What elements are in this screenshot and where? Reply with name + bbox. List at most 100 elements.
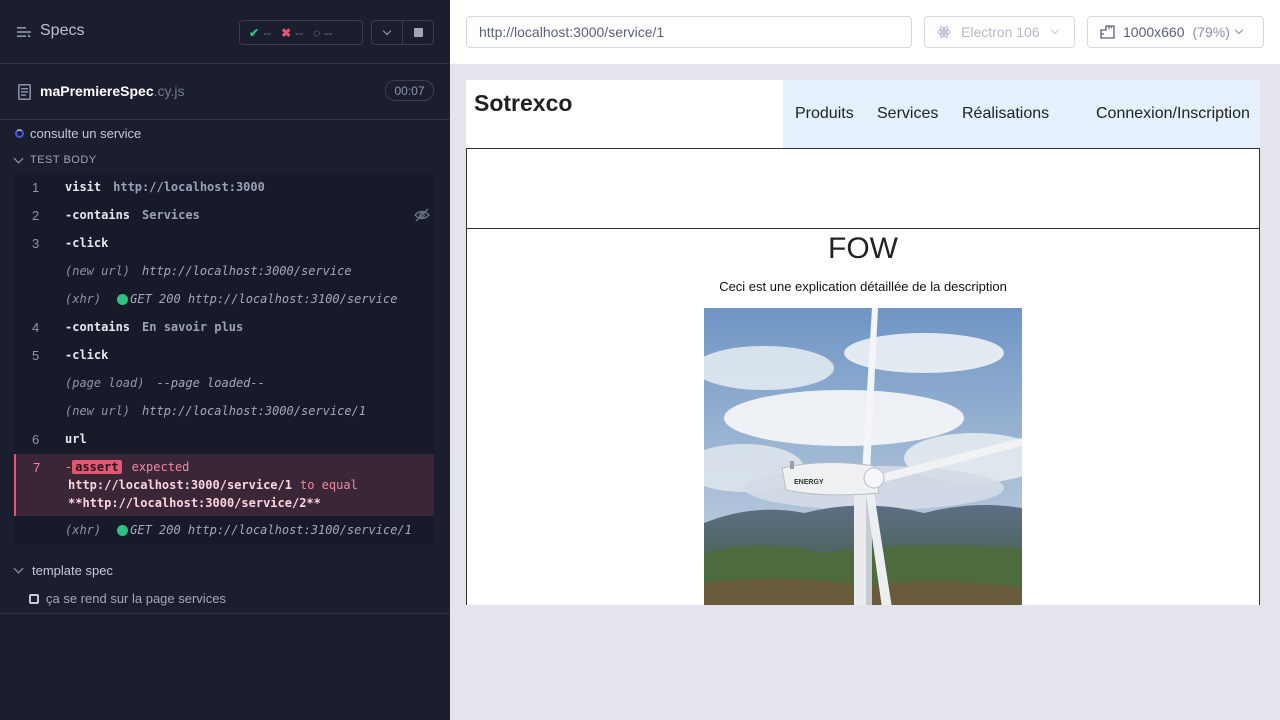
stop-button[interactable] — [402, 20, 434, 45]
event-entry: (page load) --page loaded-- — [65, 376, 265, 390]
command-name: url — [65, 432, 87, 446]
assertion-expected: **http://localhost:3000/service/2** — [68, 496, 321, 510]
command-name-text: -contains — [65, 208, 131, 222]
spec-duration: 00:07 — [385, 80, 434, 101]
template-suite-title: template spec — [32, 563, 113, 578]
specs-header: Specs ✔ -- ✖ -- ◌ -- — [0, 0, 450, 64]
specs-list-icon[interactable] — [17, 26, 31, 38]
command-row[interactable]: 6 url — [14, 425, 434, 453]
command-number: 4 — [32, 319, 40, 335]
command-number: 6 — [32, 431, 40, 447]
failed-assertion-row[interactable]: 7 - assert expected http://localhost:3000/… — [14, 454, 434, 516]
specs-title[interactable]: Specs — [40, 22, 84, 40]
service-image: ENERGY — [704, 308, 1022, 605]
chevron-down-icon — [1050, 25, 1059, 35]
command-arg: En savoir plus — [142, 320, 244, 334]
suite-title-row[interactable]: consulte un service — [15, 126, 141, 141]
assertion-to-equal: to equal — [299, 478, 358, 492]
command-name: -contains Services — [65, 208, 200, 222]
spec-file-row: maPremiereSpec.cy.js 00:07 — [0, 64, 450, 120]
assertion-actual: http://localhost:3000/service/1 — [68, 478, 292, 492]
failed-stat: ✖ -- — [281, 26, 303, 40]
nav-link-services[interactable]: Services — [877, 105, 938, 123]
command-row[interactable]: 4 -contains En savoir plus — [14, 313, 434, 341]
banner-frame — [466, 148, 1260, 229]
service-description: Ceci est une explication détaillée de la… — [719, 279, 1007, 294]
suite-title: consulte un service — [30, 126, 142, 141]
aut-toolbar: http://localhost:3000/service/1 Electron… — [450, 0, 1280, 64]
status-dot-icon — [117, 524, 129, 536]
test-row[interactable]: ça se rend sur la page services — [29, 591, 226, 606]
browser-selector[interactable]: Electron 106 — [924, 16, 1075, 48]
command-log-panel: Specs ✔ -- ✖ -- ◌ -- maPremiereSpec.cy.js 0… — [0, 0, 450, 720]
test-title: ça se rend sur la page services — [46, 591, 226, 606]
assertion-expected-label: expected — [131, 460, 190, 474]
event-row[interactable]: (page load) --page loaded-- — [14, 369, 434, 397]
command-row[interactable]: 3 -click — [14, 229, 434, 257]
viewport-size: 1000x660 — [1123, 24, 1185, 40]
spec-file-ext: .cy.js — [153, 83, 185, 99]
template-suite-row[interactable]: template spec — [13, 563, 113, 578]
test-body-toggle[interactable]: TEST BODY — [13, 153, 97, 166]
event-type: (new url) — [65, 264, 131, 278]
nav-link-realisations[interactable]: Réalisations — [962, 105, 1049, 123]
command-row[interactable]: 5 -click — [14, 341, 434, 369]
command-name-text: visit — [65, 180, 102, 194]
running-spinner-icon — [15, 129, 24, 138]
stop-icon — [413, 28, 423, 37]
command-name: -contains En savoir plus — [65, 320, 243, 334]
command-row[interactable]: 2 -contains Services — [14, 201, 434, 229]
ruler-icon — [1100, 25, 1115, 39]
pending-stat: ◌ -- — [313, 26, 332, 40]
event-row[interactable]: (xhr) GET 200 http://localhost:3100/servi… — [14, 285, 434, 313]
event-value: --page loaded-- — [156, 376, 265, 390]
divider — [0, 613, 450, 614]
event-entry: (new url) http://localhost:3000/service/1 — [65, 404, 366, 418]
assertion-detail: http://localhost:3000/service/1 to equal — [68, 478, 358, 492]
site-header: Sotrexco Produits Services Réalisations … — [466, 80, 1260, 148]
event-row[interactable]: (new url) http://localhost:3000/service — [14, 257, 434, 285]
event-type: (page load) — [65, 376, 145, 390]
command-name: -click — [65, 236, 109, 250]
event-value: http://localhost:3000/service — [142, 264, 352, 278]
failed-count: -- — [295, 25, 304, 40]
assertion-dash: - — [65, 460, 73, 474]
collapse-all-button[interactable] — [371, 20, 403, 45]
spec-file-name[interactable]: maPremiereSpec.cy.js — [40, 83, 185, 99]
event-type: (new url) — [65, 404, 131, 418]
nav-link-connexion[interactable]: Connexion/Inscription — [1096, 105, 1250, 123]
url-bar[interactable]: http://localhost:3000/service/1 — [466, 16, 912, 48]
x-icon: ✖ — [281, 25, 292, 40]
viewport-selector[interactable]: 1000x660 (79%) — [1087, 16, 1264, 48]
viewport-scale: (79%) — [1192, 24, 1230, 40]
event-type: (xhr) — [65, 523, 102, 537]
event-row[interactable]: (xhr) GET 200 http://localhost:3100/servi… — [14, 516, 434, 544]
command-number: 1 — [32, 179, 40, 195]
command-name: -click — [65, 348, 109, 362]
app-preview: Sotrexco Produits Services Réalisations … — [466, 80, 1260, 605]
document-icon — [18, 84, 31, 100]
event-value: http://localhost:3000/service/1 — [142, 404, 366, 418]
eye-off-icon[interactable] — [414, 208, 430, 222]
command-number: 3 — [32, 235, 40, 251]
wind-turbine-photo: ENERGY — [704, 308, 1022, 605]
command-number: 5 — [32, 347, 40, 363]
command-row[interactable]: 1 visit http://localhost:3000 — [14, 173, 434, 201]
site-brand[interactable]: Sotrexco — [474, 90, 572, 117]
turbine-label: ENERGY — [794, 479, 824, 486]
nav-link-produits[interactable]: Produits — [795, 105, 854, 123]
event-row[interactable]: (new url) http://localhost:3000/service/1 — [14, 397, 434, 425]
command-number: 2 — [32, 207, 40, 223]
event-value: GET 200 http://localhost:3100/service/1 — [130, 523, 412, 537]
event-entry: (xhr) GET 200 http://localhost:3100/servi… — [65, 292, 397, 306]
command-name: visit http://localhost:3000 — [65, 180, 265, 194]
browser-label: Electron 106 — [961, 24, 1040, 40]
service-title: FOW — [828, 232, 898, 265]
event-entry: (new url) http://localhost:3000/service — [65, 264, 352, 278]
chevron-down-icon — [13, 153, 24, 163]
chevron-down-icon — [13, 563, 24, 574]
command-name-text: -contains — [65, 320, 131, 334]
command-list: 1 visit http://localhost:3000 2 -contains… — [14, 173, 434, 544]
check-icon: ✔ — [249, 25, 260, 40]
passed-count: -- — [263, 25, 272, 40]
